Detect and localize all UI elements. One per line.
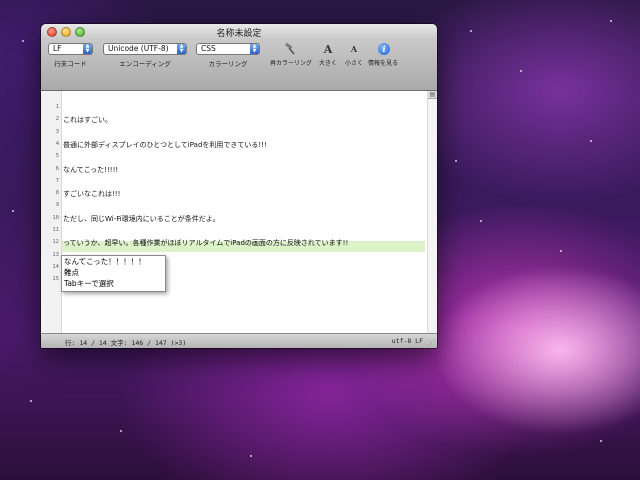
font-smaller-icon: A (350, 44, 358, 54)
editor-line[interactable]: 普通に外部ディスプレイのひとつとしてiPadを利用できている!!! (63, 140, 267, 150)
coloring-label: カラーリング (208, 60, 248, 68)
status-bar: 行: 14 / 14 文字: 146 / 147 (>3) utf-8 LF ⋰ (41, 333, 437, 348)
coloring-select[interactable]: CSS ▲ ▼ (196, 43, 260, 55)
completion-item[interactable]: 難点 (62, 267, 165, 278)
line-number: 6 (55, 165, 59, 172)
completion-item[interactable]: なんてこった！！！！！ (62, 256, 165, 267)
completion-popup: なんてこった！！！！！ 難点 Tabキーで選択 (61, 255, 166, 292)
line-number: 11 (52, 227, 59, 233)
toolbar: LF ▲ ▼ 行末コード Unicode (UTF-8) ▲ ▼ エンコーディング … (41, 40, 437, 91)
line-number: 14 (52, 263, 59, 270)
font-bigger-button[interactable]: A (321, 42, 335, 56)
editor-line[interactable]: なんてこった!!!!! (63, 165, 118, 175)
line-number: 2 (55, 116, 59, 123)
line-ending-value: LF (53, 44, 62, 53)
text-editor[interactable]: 1 2 これはすごい。 3 4 普通に外部ディスプレイのひとつとしてiPadを利用できてい… (41, 91, 437, 334)
line-number: 10 (52, 214, 59, 221)
recolor-label: 再カラーリング (269, 60, 312, 67)
line-number: 12 (52, 239, 59, 246)
editor-line[interactable]: ただし、同じWi-Fi環境内にいることが条件だよ。 (63, 214, 220, 224)
info-button[interactable]: i (377, 42, 391, 56)
line-number: 13 (52, 251, 59, 258)
editor-line[interactable]: すごいなこれは!!! (63, 189, 120, 199)
info-label: 情報を見る (367, 60, 398, 67)
line-number: 3 (55, 128, 59, 135)
completion-hint: Tabキーで選択 (64, 279, 114, 288)
title-bar[interactable]: 名称未設定 (41, 24, 437, 40)
status-position: 行: 14 / 14 文字: 146 / 147 (>3) (65, 339, 187, 347)
minimize-button[interactable] (61, 27, 71, 37)
editor-window: 名称未設定 LF ▲ ▼ 行末コード Unicode (UTF-8) ▲ ▼ エンコ… (41, 24, 437, 348)
line-number: 5 (55, 153, 59, 160)
zoom-button[interactable] (75, 27, 85, 37)
encoding-label: エンコーディング (119, 60, 171, 68)
editor-line[interactable]: っていうか、超早い。各種作業がほぼリアルタイムでiPadの画面の方に反映されてい… (63, 238, 348, 248)
status-encoding: utf-8 LF (391, 337, 423, 345)
line-number: 1 (55, 104, 59, 110)
window-title: 名称未設定 (216, 28, 262, 39)
window-controls (47, 27, 85, 37)
encoding-select[interactable]: Unicode (UTF-8) ▲ ▼ (103, 43, 187, 55)
line-number: 9 (55, 202, 59, 209)
line-number: 4 (55, 140, 59, 147)
line-ending-select[interactable]: LF ▲ ▼ (48, 43, 93, 55)
line-ending-label: 行末コード (54, 60, 87, 68)
line-number: 7 (55, 177, 59, 184)
editor-line[interactable]: これはすごい。 (63, 115, 112, 125)
encoding-value: Unicode (UTF-8) (108, 44, 169, 53)
recolor-brush-icon (285, 43, 295, 55)
info-icon: i (378, 43, 390, 55)
chevron-updown-icon: ▲ ▼ (250, 44, 259, 54)
chevron-updown-icon: ▲ ▼ (83, 44, 92, 54)
line-number: 8 (55, 190, 59, 197)
font-smaller-button[interactable]: A (347, 42, 361, 56)
coloring-value: CSS (201, 44, 216, 53)
line-number: 15 (52, 276, 59, 283)
vertical-scrollbar[interactable]: ▤ (427, 91, 437, 334)
chevron-updown-icon: ▲ ▼ (177, 44, 186, 54)
font-bigger-icon: A (323, 42, 333, 56)
resize-grip-icon[interactable]: ⋰ (428, 339, 435, 347)
font-bigger-label: 大きく (318, 60, 337, 67)
split-view-icon[interactable]: ▤ (428, 91, 437, 99)
info-glyph: i (382, 44, 386, 54)
close-button[interactable] (47, 27, 57, 37)
line-number-gutter (41, 91, 62, 334)
recolor-button[interactable] (283, 42, 297, 56)
